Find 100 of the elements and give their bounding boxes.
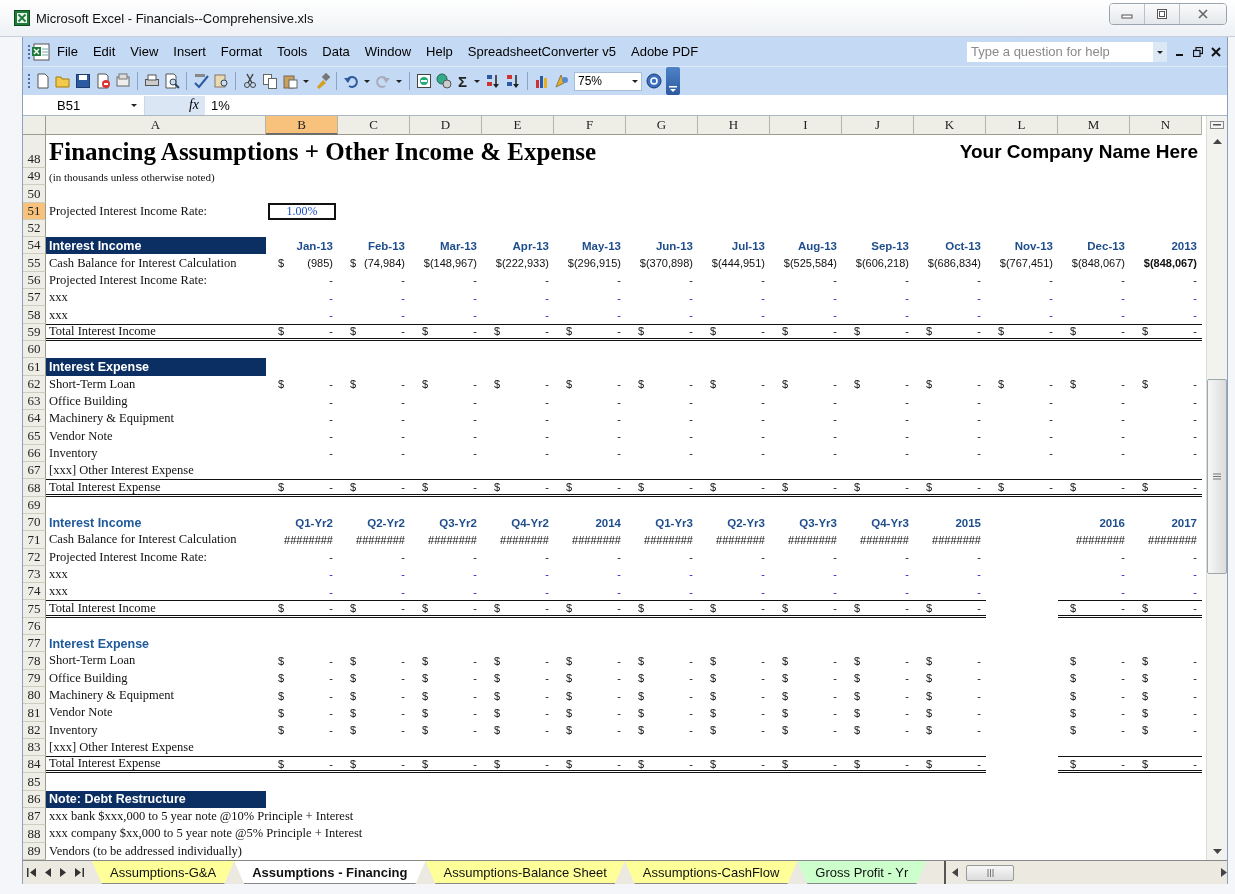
dropdown-caret-icon[interactable] bbox=[302, 77, 310, 85]
row-header[interactable]: 81 bbox=[23, 704, 46, 722]
row-header[interactable]: 74 bbox=[23, 583, 46, 601]
menu-item[interactable]: Help bbox=[420, 42, 459, 61]
copy-icon[interactable] bbox=[262, 73, 278, 89]
row-header[interactable]: 67 bbox=[23, 462, 46, 480]
spelling-icon[interactable] bbox=[193, 73, 209, 89]
column-header[interactable]: J bbox=[842, 116, 914, 135]
save-icon[interactable] bbox=[75, 73, 91, 89]
cell-value: - bbox=[616, 584, 622, 600]
cell-value: - bbox=[328, 394, 334, 410]
row-header[interactable]: 68 bbox=[23, 479, 46, 497]
row-header[interactable]: 77 bbox=[23, 635, 46, 653]
row-header[interactable]: 65 bbox=[23, 427, 46, 445]
zoom-field[interactable]: 75% bbox=[574, 71, 642, 91]
row-header[interactable]: 49 bbox=[23, 168, 46, 186]
cut-icon[interactable] bbox=[242, 73, 258, 89]
print-preview-icon[interactable] bbox=[164, 73, 180, 89]
column-header[interactable]: K bbox=[914, 116, 986, 135]
insert-function-button[interactable]: fx bbox=[188, 97, 199, 113]
workbook-icon[interactable] bbox=[31, 42, 51, 61]
first-sheet-icon[interactable] bbox=[27, 868, 36, 877]
paste-icon[interactable] bbox=[282, 73, 298, 89]
dropdown-caret-icon[interactable] bbox=[473, 77, 481, 85]
undo-icon[interactable] bbox=[343, 73, 359, 89]
restore-icon[interactable] bbox=[1193, 46, 1203, 57]
close-icon[interactable] bbox=[1211, 46, 1221, 57]
currency-sign: $ bbox=[710, 706, 717, 719]
row-header[interactable]: 64 bbox=[23, 410, 46, 428]
scroll-down-icon[interactable] bbox=[1212, 849, 1222, 855]
sheet-tab[interactable]: Assumptions-G&A bbox=[92, 861, 235, 884]
sort-ascending-icon[interactable] bbox=[485, 73, 501, 89]
toolbar-options-button[interactable] bbox=[666, 67, 680, 95]
previous-sheet-icon[interactable] bbox=[45, 868, 51, 877]
dropdown-caret-icon[interactable] bbox=[631, 77, 639, 85]
column-header[interactable]: I bbox=[770, 116, 842, 135]
sheet-tab[interactable]: Gross Profit - Yr bbox=[797, 861, 927, 884]
last-sheet-icon[interactable] bbox=[75, 868, 84, 877]
help-icon[interactable] bbox=[646, 73, 662, 89]
scroll-left-icon[interactable] bbox=[952, 868, 959, 877]
row-header[interactable]: 78 bbox=[23, 652, 46, 670]
autosum-button[interactable]: Σ bbox=[456, 72, 469, 90]
sheet-tab[interactable]: Assumptions-CashFlow bbox=[624, 861, 798, 884]
menu-item[interactable]: Insert bbox=[167, 42, 212, 61]
row-header[interactable]: 84 bbox=[23, 756, 46, 774]
scrollbar-thumb[interactable] bbox=[966, 864, 1015, 881]
column-header[interactable]: C bbox=[338, 116, 410, 135]
research-icon[interactable] bbox=[213, 73, 229, 89]
new-document-icon[interactable] bbox=[35, 73, 51, 89]
row-header[interactable]: 75 bbox=[23, 600, 46, 618]
column-header[interactable]: A bbox=[46, 116, 266, 135]
menu-item[interactable]: Data bbox=[316, 42, 356, 61]
column-header[interactable]: H bbox=[698, 116, 770, 135]
column-header[interactable]: G bbox=[626, 116, 698, 135]
permission-icon[interactable] bbox=[95, 73, 111, 89]
split-handle-icon[interactable] bbox=[1210, 120, 1224, 129]
menu-item[interactable]: Edit bbox=[86, 42, 122, 61]
dropdown-caret-icon[interactable] bbox=[130, 101, 138, 109]
cell-value: - bbox=[688, 290, 694, 306]
row-header[interactable]: 71 bbox=[23, 531, 46, 549]
menu-item[interactable]: Tools bbox=[271, 42, 314, 61]
row-header[interactable]: 55 bbox=[23, 254, 46, 272]
row-header[interactable]: 57 bbox=[23, 289, 46, 307]
column-header[interactable]: E bbox=[482, 116, 554, 135]
row-header[interactable]: 54 bbox=[23, 237, 46, 255]
row-header[interactable]: 58 bbox=[23, 306, 46, 324]
scroll-up-icon[interactable] bbox=[1212, 138, 1222, 144]
currency-sign: $ bbox=[494, 325, 501, 338]
row-header[interactable]: 85 bbox=[23, 773, 46, 791]
row-header[interactable]: 48 bbox=[23, 135, 46, 168]
menu-item[interactable]: Format bbox=[214, 42, 268, 61]
bar-chart-icon[interactable] bbox=[534, 73, 550, 89]
print-icon[interactable] bbox=[144, 73, 160, 89]
column-header[interactable]: M bbox=[1058, 116, 1130, 135]
maximize-button[interactable] bbox=[1144, 4, 1179, 24]
menu-item[interactable]: Adobe PDF bbox=[625, 42, 705, 61]
scrollbar-thumb[interactable] bbox=[1207, 379, 1227, 574]
menu-item[interactable]: File bbox=[51, 42, 84, 61]
next-sheet-icon[interactable] bbox=[60, 868, 66, 877]
help-search-field[interactable]: Type a question for help bbox=[967, 41, 1153, 62]
column-header[interactable]: F bbox=[554, 116, 626, 135]
scroll-right-icon[interactable] bbox=[1221, 868, 1227, 877]
column-header[interactable]: N bbox=[1130, 116, 1202, 135]
menu-item[interactable]: View bbox=[124, 42, 165, 61]
active-cell[interactable]: 1.00% bbox=[268, 202, 336, 220]
row-header[interactable]: 50 bbox=[23, 185, 46, 203]
cell-value: - bbox=[833, 481, 837, 493]
menu-item[interactable]: SpreadsheetConverter v5 bbox=[461, 42, 622, 61]
sort-descending-icon[interactable] bbox=[505, 73, 521, 89]
row-header[interactable]: 88 bbox=[23, 825, 46, 843]
menu-item[interactable]: Window bbox=[358, 42, 418, 61]
sheet-tab[interactable]: Assumptions - Financing bbox=[234, 861, 426, 884]
column-header[interactable]: L bbox=[986, 116, 1058, 135]
column-header[interactable]: B bbox=[266, 116, 338, 135]
formula-field[interactable]: 1% bbox=[205, 97, 230, 113]
row-header[interactable]: 61 bbox=[23, 358, 46, 376]
column-header[interactable]: D bbox=[410, 116, 482, 135]
sheet-tab[interactable]: Assumptions-Balance Sheet bbox=[425, 861, 625, 884]
dropdown-caret-icon[interactable] bbox=[363, 77, 371, 85]
dropdown-caret-icon[interactable] bbox=[395, 77, 403, 85]
